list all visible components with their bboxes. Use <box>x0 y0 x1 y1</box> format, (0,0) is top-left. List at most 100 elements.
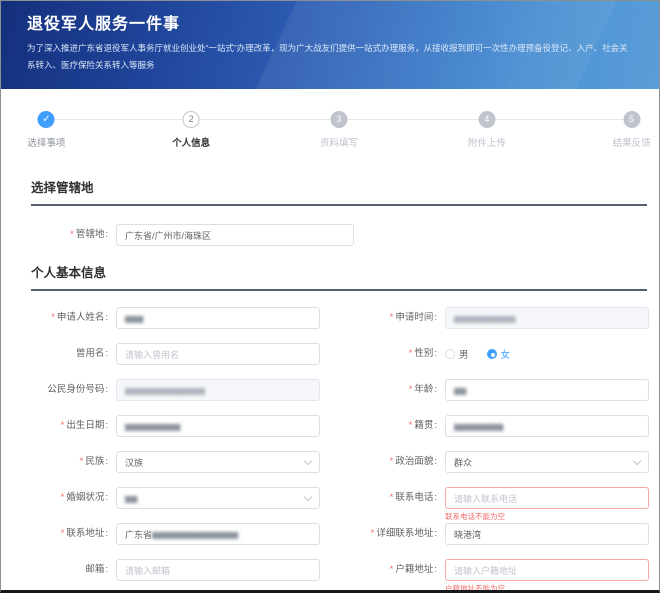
required-asterisk: * <box>408 347 413 359</box>
ethnicity-field: 汉族 <box>116 451 320 473</box>
step-4-circle: 4 <box>478 111 496 128</box>
citizen-id-masked-value: ▆▆▆▆▆▆▆▆▆▆▆▆▆ <box>125 385 205 395</box>
household-address-placeholder: 请输入户籍地址 <box>454 565 518 576</box>
birth-date-masked-value: ▆▆▆▆▆▆▆▆▆ <box>125 421 181 431</box>
required-asterisk: * <box>389 491 394 503</box>
gender-label: * 性别 <box>320 348 445 360</box>
detail-address-label: * 详细联系地址 <box>320 528 445 540</box>
contact-phone-input[interactable]: 请输入联系电话 <box>445 487 649 509</box>
marital-status-field: ▆▆ <box>116 487 320 509</box>
household-address-error-message: 户籍地址不能为空 <box>445 584 505 593</box>
contact-phone-label: * 联系电话 <box>320 492 445 504</box>
age-input[interactable]: ▆▆ <box>445 379 649 401</box>
citizen-id-label: 公民身份号码 <box>31 384 116 396</box>
applicant-name-field: ▆▆▆ <box>116 307 320 329</box>
required-asterisk: * <box>60 527 65 539</box>
former-name-field: 请输入曾用名 <box>116 343 320 365</box>
detail-address-input[interactable]: 晓港湾 <box>445 523 649 545</box>
applicant-name-label: * 申请人姓名 <box>31 312 116 324</box>
birth-date-field: ▆▆▆▆▆▆▆▆▆ <box>116 415 320 437</box>
required-asterisk: * <box>408 383 413 395</box>
native-place-field: ▆▆▆▆▆▆▆▆ <box>445 415 649 437</box>
required-asterisk: * <box>408 419 413 431</box>
section-divider <box>31 289 647 291</box>
apply-time-input: ▆▆▆▆▆▆▆▆▆▆ <box>445 307 649 329</box>
native-place-masked-value: ▆▆▆▆▆▆▆▆ <box>454 421 504 431</box>
marital-status-label: * 婚姻状况 <box>31 492 116 504</box>
stepper: ✓ 选择事项 2 个人信息 3 资料填写 4 附件上传 5 结果反馈 <box>27 109 651 161</box>
ethnicity-select[interactable]: 汉族 <box>116 451 320 473</box>
gender-field: 男女 <box>445 347 649 361</box>
household-address-label: * 户籍地址 <box>320 564 445 576</box>
chevron-down-icon <box>632 456 642 465</box>
required-asterisk: * <box>389 563 394 575</box>
citizen-id-input: ▆▆▆▆▆▆▆▆▆▆▆▆▆ <box>116 379 320 401</box>
gender-radio-女[interactable]: 女 <box>486 347 510 361</box>
contact-phone-placeholder: 请输入联系电话 <box>454 493 518 504</box>
gender-radio-男[interactable]: 男 <box>445 347 469 361</box>
step-2-label: 个人信息 <box>172 138 211 149</box>
jurisdiction-input[interactable]: 广东省/广州市/海珠区 <box>116 224 354 246</box>
jurisdiction-field: 广东省/广州市/海珠区 <box>116 224 354 246</box>
marital-status-select[interactable]: ▆▆ <box>116 487 320 509</box>
required-asterisk: * <box>370 527 375 539</box>
former-name-placeholder: 请输入曾用名 <box>125 349 180 360</box>
veteran-service-page: 退役军人服务一件事 为了深入推进广东省退役军人事务厅就业创业处“一站式”办理改革… <box>0 0 660 593</box>
required-asterisk: * <box>51 311 55 323</box>
former-name-input[interactable]: 请输入曾用名 <box>116 343 320 365</box>
age-masked-value: ▆▆ <box>454 385 467 395</box>
email-field: 请输入邮箱 <box>116 559 320 581</box>
email-input[interactable]: 请输入邮箱 <box>116 559 320 581</box>
apply-time-masked-value: ▆▆▆▆▆▆▆▆▆▆ <box>454 313 516 323</box>
detail-address-value: 晓港湾 <box>454 529 482 540</box>
radio-checked-icon[interactable] <box>486 349 497 359</box>
age-label: * 年龄 <box>320 384 445 396</box>
contact-address-field: 广东省 ▆▆▆▆▆▆▆▆▆▆▆▆▆▆ <box>116 523 320 545</box>
applicant-name-input[interactable]: ▆▆▆ <box>116 307 320 329</box>
email-label: 邮箱 <box>31 564 116 576</box>
native-place-input[interactable]: ▆▆▆▆▆▆▆▆ <box>445 415 649 437</box>
applicant-name-masked-value: ▆▆▆ <box>125 313 144 323</box>
household-address-field: 请输入户籍地址户籍地址不能为空 <box>445 559 649 590</box>
former-name-label: 曾用名 <box>31 348 116 360</box>
radio-unchecked-icon[interactable] <box>445 349 455 359</box>
political-status-value: 群众 <box>454 457 473 468</box>
required-asterisk: * <box>389 311 394 323</box>
form-content: ✓ 选择事项 2 个人信息 3 资料填写 4 附件上传 5 结果反馈 选择管辖地 *管辖地广东省/… <box>1 109 659 590</box>
page-subtitle: 为了深入推进广东省退役军人事务厅就业创业处“一站式”办理改革，现为广大战友们提供… <box>27 43 628 70</box>
birth-date-input[interactable]: ▆▆▆▆▆▆▆▆▆ <box>116 415 320 437</box>
required-asterisk: * <box>70 228 74 240</box>
step-1-check-icon: ✓ <box>37 111 55 128</box>
jurisdiction-label: * 管辖地 <box>31 229 116 241</box>
political-status-select[interactable]: 群众 <box>445 451 649 473</box>
jurisdiction-value: 广东省/广州市/海珠区 <box>125 230 212 241</box>
basic-info-form: *申请人姓名▆▆▆*申请时间▆▆▆▆▆▆▆▆▆▆曾用名请输入曾用名*性别男女公民… <box>31 307 649 590</box>
jurisdiction-field-row: *管辖地广东省/广州市/海珠区 <box>31 224 647 246</box>
email-placeholder: 请输入邮箱 <box>125 565 171 576</box>
step-1-label: 选择事项 <box>27 138 66 149</box>
contact-phone-error-message: 联系电话不能为空 <box>445 512 505 521</box>
required-asterisk: * <box>60 491 65 503</box>
step-3-circle: 3 <box>330 111 348 128</box>
birth-date-label: * 出生日期 <box>31 420 116 432</box>
contact-address-masked-value: ▆▆▆▆▆▆▆▆▆▆▆▆▆▆ <box>152 529 239 539</box>
contact-address-input[interactable]: 广东省 ▆▆▆▆▆▆▆▆▆▆▆▆▆▆ <box>116 523 320 545</box>
citizen-id-field: ▆▆▆▆▆▆▆▆▆▆▆▆▆ <box>116 379 320 401</box>
contact-address-value: 广东省 <box>125 529 153 540</box>
apply-time-field: ▆▆▆▆▆▆▆▆▆▆ <box>445 307 649 329</box>
required-asterisk: * <box>60 419 65 431</box>
political-status-field: 群众 <box>445 451 649 473</box>
detail-address-field: 晓港湾 <box>445 523 649 545</box>
page-title: 退役军人服务一件事 <box>27 16 181 33</box>
required-asterisk: * <box>79 455 84 467</box>
step-5-circle: 5 <box>623 111 641 128</box>
required-asterisk: * <box>389 455 394 467</box>
chevron-down-icon <box>303 456 313 465</box>
step-2-circle: 2 <box>182 111 200 128</box>
contact-address-label: * 联系地址 <box>31 528 116 540</box>
household-address-input[interactable]: 请输入户籍地址 <box>445 559 649 581</box>
marital-status-masked-value: ▆▆ <box>125 493 138 503</box>
native-place-label: * 籍贯 <box>320 420 445 432</box>
political-status-label: * 政治面貌 <box>320 456 445 468</box>
section-title-basic-info: 个人基本信息 <box>31 266 107 280</box>
